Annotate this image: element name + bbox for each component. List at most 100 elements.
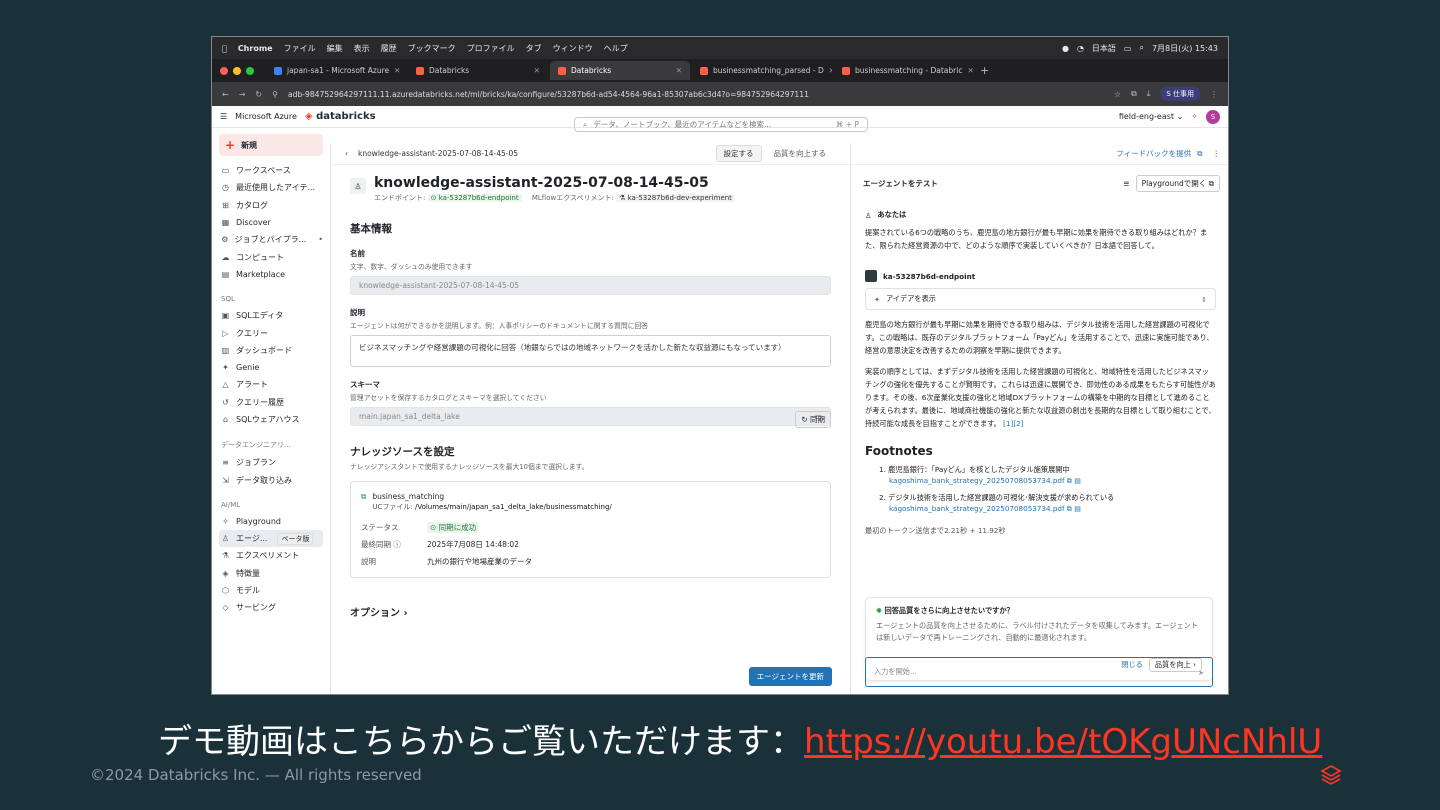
global-search[interactable]: ⌕ データ、ノートブック、最近のアイテムなどを検索... ⌘ + P <box>574 117 868 132</box>
zoom-window-icon[interactable] <box>246 66 254 75</box>
close-window-icon[interactable] <box>220 66 228 75</box>
sidebar-item-experiments[interactable]: ⚗ エクスペリメント <box>219 547 323 564</box>
sidebar-item-models[interactable]: ⬡ モデル <box>219 582 323 599</box>
sidebar-item-queries[interactable]: ▷ クエリー <box>219 324 323 341</box>
lang-indicator[interactable]: 日本語 <box>1092 43 1116 54</box>
sidebar-item-catalog[interactable]: ⊞ カタログ <box>219 197 323 214</box>
menu-tab[interactable]: タブ <box>526 43 542 54</box>
sidebar-item-genie[interactable]: ✦ Genie <box>219 359 323 376</box>
app-name[interactable]: Chrome <box>238 44 273 53</box>
tab-azure[interactable]: japan-sa1 - Microsoft Azure ✕ <box>266 61 406 80</box>
back-icon[interactable]: ← <box>222 90 229 99</box>
show-ideas-toggle[interactable]: ✦ アイデアを表示 ⇕ <box>865 288 1216 310</box>
menu-edit[interactable]: 編集 <box>327 43 343 54</box>
sidebar-item-query-history[interactable]: ↺ クエリー履歴 <box>219 394 323 411</box>
avatar[interactable]: S <box>1206 109 1220 124</box>
clear-chat-icon[interactable]: ≡ <box>1123 179 1129 188</box>
back-chevron-icon[interactable]: ‹ <box>345 149 348 158</box>
sidebar-item-alerts[interactable]: △ アラート <box>219 376 323 393</box>
menu-file[interactable]: ファイル <box>284 43 316 54</box>
sidebar-item-playground[interactable]: ✧ Playground <box>219 513 323 530</box>
apple-icon[interactable]:  <box>222 44 227 53</box>
options-toggle[interactable]: オプション › <box>350 604 831 619</box>
sidebar-item-workspace[interactable]: ▭ ワークスペース <box>219 162 323 179</box>
download-icon[interactable]: ⤓ <box>1147 89 1151 99</box>
clock[interactable]: 7月8日(火) 15:43 <box>1152 43 1218 54</box>
close-tab-icon[interactable]: ✕ <box>829 66 832 75</box>
wifi-icon[interactable]: ◔ <box>1077 44 1084 53</box>
close-tab-icon[interactable]: ✕ <box>676 66 682 75</box>
uc-path[interactable]: /Volumes/main/japan_sa1_delta_lake/busin… <box>415 503 612 511</box>
tab-databricks-active[interactable]: Databricks ✕ <box>550 61 690 80</box>
menu-window[interactable]: ウィンドウ <box>553 43 593 54</box>
sidebar-item-features[interactable]: ◈ 特徴量 <box>219 565 323 582</box>
experiment-link[interactable]: ⚗ ka-53287b6d-dev-experiment <box>616 194 735 202</box>
sidebar-item-jobs[interactable]: ⚙ ジョブとパイプラ... • <box>219 231 323 248</box>
tab-businessmatching[interactable]: businessmatching - Databric ✕ <box>834 61 974 80</box>
menu-profile[interactable]: プロファイル <box>467 43 515 54</box>
tab-databricks-1[interactable]: Databricks ✕ <box>408 61 548 80</box>
clock-icon: ◷ <box>222 183 229 193</box>
new-tab-icon[interactable]: + <box>980 64 989 77</box>
menu-bookmarks[interactable]: ブックマーク <box>408 43 456 54</box>
send-icon[interactable]: ➤ <box>1198 668 1204 677</box>
extensions-icon[interactable]: ⧉ <box>1131 89 1137 99</box>
sidebar-item-sql-editor[interactable]: ▣ SQLエディタ <box>219 307 323 324</box>
forward-icon[interactable]: → <box>239 90 246 99</box>
workflow-icon: ⚙ <box>221 235 229 245</box>
lightbulb-icon: ✺ <box>876 606 883 615</box>
citation-refs[interactable]: [1][2] <box>1003 419 1023 428</box>
youtube-link[interactable]: https://youtu.be/tOKgUNcNhlU <box>804 722 1322 762</box>
menu-help[interactable]: ヘルプ <box>604 43 628 54</box>
search-icon[interactable]: ⌕ <box>1139 43 1143 53</box>
url-field[interactable]: adb-984752964297111.11.azuredatabricks.n… <box>288 90 1104 99</box>
tab-businessmatching-parsed[interactable]: businessmatching_parsed - D✕ <box>692 61 832 80</box>
menu-history[interactable]: 履歴 <box>381 43 397 54</box>
description-field[interactable]: ビジネスマッチングや経営課題の可視化に回答（地銀ならではの地域ネットワークを活か… <box>350 335 831 367</box>
hamburger-icon[interactable]: ☰ <box>220 112 227 121</box>
footnote-1-link[interactable]: kagoshima_bank_strategy_20250708053734.p… <box>879 475 1216 486</box>
site-settings-icon[interactable]: ⚲ <box>272 90 278 99</box>
sidebar-item-recent[interactable]: ◷ 最近使用したアイテ... <box>219 179 323 196</box>
reload-icon[interactable]: ↻ <box>255 90 262 99</box>
sidebar-item-job-runs[interactable]: ≡ ジョブラン <box>219 454 323 471</box>
sidebar-item-agents[interactable]: ♙ エージ... ベータ版 <box>219 530 323 548</box>
profile-button[interactable]: S 仕事用 <box>1160 87 1200 101</box>
kebab-menu-icon[interactable]: ⋮ <box>1213 149 1221 158</box>
sparkle-icon: ✧ <box>222 516 229 526</box>
feedback-link[interactable]: フィードバックを提供 <box>1116 148 1191 159</box>
close-tab-icon[interactable]: ✕ <box>534 66 540 75</box>
assistant-sparkle-icon[interactable]: ✧ <box>1191 112 1198 121</box>
sparkle-icon: ✦ <box>874 294 881 304</box>
sidebar-item-discover[interactable]: ▦ Discover <box>219 214 323 231</box>
breadcrumb-agent[interactable]: knowledge-assistant-2025-07-08-14-45-05 <box>358 149 518 158</box>
sidebar-item-serving[interactable]: ◇ サービング <box>219 599 323 616</box>
sidebar-item-compute[interactable]: ☁ コンピュート <box>219 248 323 265</box>
update-agent-button[interactable]: エージェントを更新 <box>748 667 832 686</box>
tab-improve-quality[interactable]: 品質を向上する <box>765 145 834 162</box>
footnote-2-link[interactable]: kagoshima_bank_strategy_20250708053734.p… <box>879 503 1216 514</box>
battery-icon[interactable]: ▭ <box>1124 44 1132 53</box>
sidebar-item-data-ingestion[interactable]: ⇲ データ取り込み <box>219 471 323 488</box>
sidebar-section-sql: SQL <box>221 295 235 304</box>
external-link-icon[interactable]: ⧉ <box>1197 149 1202 159</box>
sidebar-item-sql-warehouses[interactable]: ⌂ SQLウェアハウス <box>219 411 323 428</box>
menu-view[interactable]: 表示 <box>354 43 370 54</box>
record-icon[interactable]: ● <box>1062 44 1069 53</box>
close-tab-icon[interactable]: ✕ <box>967 66 973 75</box>
bookmark-star-icon[interactable]: ☆ <box>1114 90 1121 99</box>
more-menu-icon[interactable]: ⋮ <box>1210 90 1218 99</box>
sidebar-item-dashboards[interactable]: ▥ ダッシュボード <box>219 342 323 359</box>
workspace-switcher[interactable]: field-eng-east ⌄ <box>1119 112 1183 121</box>
endpoint-link[interactable]: ⊙ ka-53287b6d-endpoint <box>427 194 522 202</box>
new-button[interactable]: + 新規 <box>219 134 323 156</box>
open-in-playground-button[interactable]: Playgroundで開く ⧉ <box>1135 175 1220 192</box>
chat-input[interactable]: 入力を開始... ➤ <box>865 657 1213 687</box>
sidebar-item-marketplace[interactable]: ▤ Marketplace <box>219 266 323 283</box>
close-tab-icon[interactable]: ✕ <box>394 66 400 75</box>
minimize-window-icon[interactable] <box>233 66 241 75</box>
databricks-logo[interactable]: ◈ databricks <box>305 111 376 122</box>
tab-configure[interactable]: 設定する <box>715 145 762 162</box>
sync-button[interactable]: ↻ 同期 <box>795 411 831 428</box>
knowledge-source-card[interactable]: ⧉ business_matching UCファイル: /Volumes/mai… <box>350 481 831 578</box>
